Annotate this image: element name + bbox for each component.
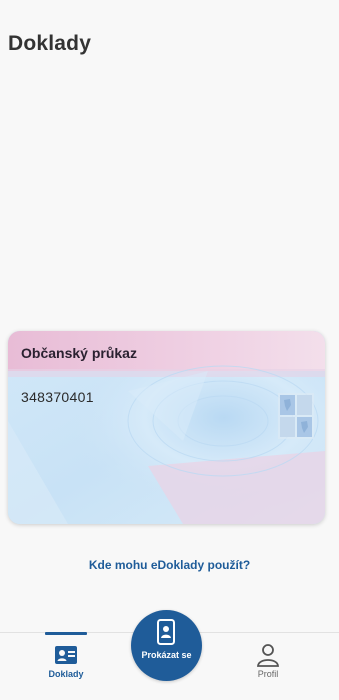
id-card[interactable]: Občanský průkaz 348370401 <box>8 331 325 524</box>
active-indicator <box>45 632 87 635</box>
phone-id-icon <box>157 619 175 645</box>
page-title: Doklady <box>8 32 92 55</box>
where-to-use-link[interactable]: Kde mohu eDoklady použít? <box>0 558 339 572</box>
person-icon <box>257 644 279 667</box>
nav-documents[interactable]: Doklady <box>26 632 106 700</box>
nav-profile-label: Profil <box>257 669 279 679</box>
id-card-icon <box>55 646 77 664</box>
nav-documents-label: Doklady <box>48 669 84 679</box>
prove-identity-label: Prokázat se <box>141 650 192 660</box>
card-title: Občanský průkaz <box>21 345 137 361</box>
coat-of-arms-icon <box>278 393 314 439</box>
card-number: 348370401 <box>21 389 94 405</box>
prove-identity-button[interactable]: Prokázat se <box>131 610 202 681</box>
nav-profile[interactable]: Profil <box>228 633 308 700</box>
